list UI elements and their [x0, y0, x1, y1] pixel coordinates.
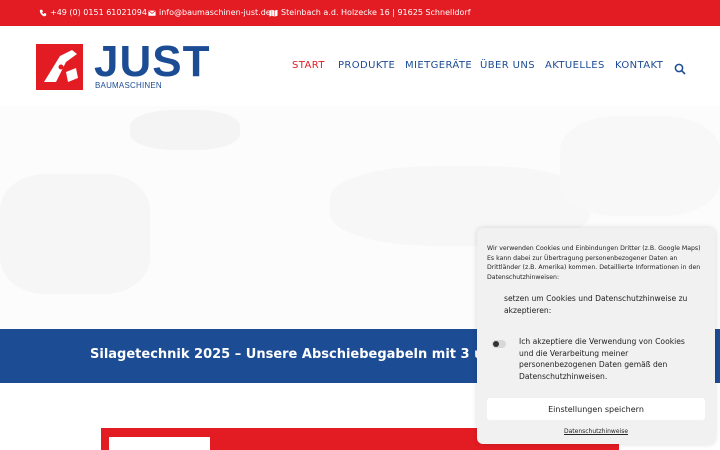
nav-start[interactable]: START	[292, 60, 325, 71]
cookie-intro-text: Wir verwenden Cookies und Einbindungen D…	[487, 245, 701, 281]
nav-aktuelles[interactable]: AKTUELLES	[545, 60, 605, 71]
nav-mietgeraete[interactable]: MIETGERÄTE	[405, 60, 472, 71]
search-icon	[674, 63, 686, 75]
phone-number: +49 (0) 0151 61021094	[50, 8, 147, 17]
phone-contact[interactable]: +49 (0) 0151 61021094	[39, 8, 147, 17]
nav-produkte[interactable]: PRODUKTE	[338, 60, 395, 71]
privacy-policy-link[interactable]: Datenschutzhinweise	[477, 428, 715, 435]
consent-toggle[interactable]	[492, 340, 506, 348]
excavator-logo-icon	[36, 44, 83, 90]
save-settings-button[interactable]: Einstellungen speichern	[487, 398, 705, 420]
nav-ueber-uns[interactable]: ÜBER UNS	[480, 60, 535, 71]
cookie-consent-dialog: Wir verwenden Cookies und Einbindungen D…	[477, 228, 715, 444]
email-address: info@baumaschinen-just.de	[159, 8, 271, 17]
address-contact[interactable]: Steinbach a.d. Holzecke 16 | 91625 Schne…	[269, 8, 471, 17]
nav-kontakt[interactable]: KONTAKT	[615, 60, 663, 71]
map-icon	[269, 9, 278, 17]
toggle-knob	[493, 341, 499, 347]
banner-headline: Silagetechnik 2025 – Unsere Abschiebegab…	[90, 347, 502, 362]
logo-subtitle: BAUMASCHINEN	[95, 81, 162, 90]
cookie-purpose-text: setzen um Cookies und Datenschutzhinweis…	[504, 294, 688, 315]
logo-wordmark: JUST	[94, 37, 211, 86]
white-content-box	[109, 437, 210, 450]
email-contact[interactable]: info@baumaschinen-just.de	[148, 8, 271, 17]
envelope-icon	[148, 10, 156, 16]
search-button[interactable]	[674, 60, 686, 75]
phone-icon	[39, 9, 47, 16]
consent-label: Ich akzeptiere die Verwendung von Cookie…	[519, 337, 685, 381]
street-address: Steinbach a.d. Holzecke 16 | 91625 Schne…	[281, 8, 471, 17]
top-contact-bar: +49 (0) 0151 61021094 info@baumaschinen-…	[0, 0, 720, 26]
